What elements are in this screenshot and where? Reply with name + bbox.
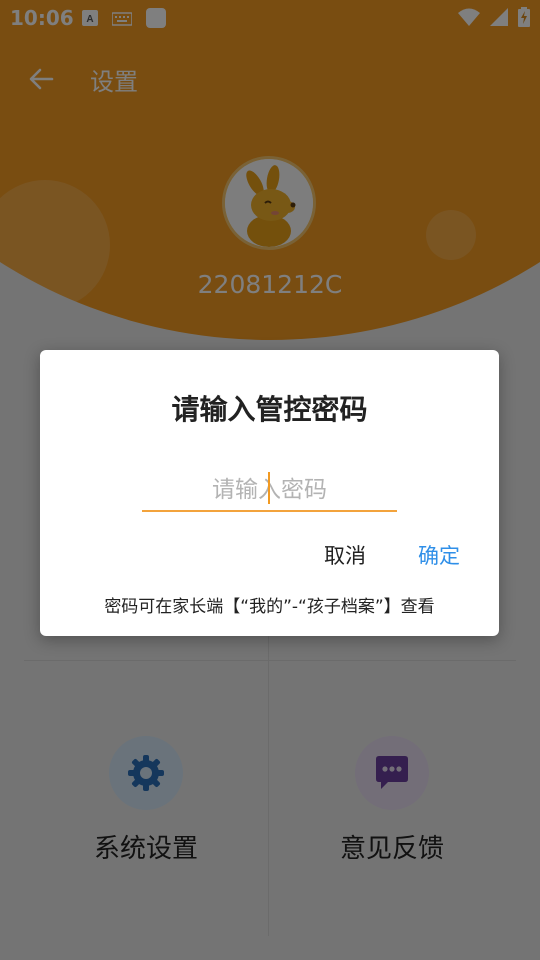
password-dialog: 请输入管控密码 取消 确定 密码可在家长端【“我的”-“孩子档案”】查看 <box>40 350 499 636</box>
settings-screen: 10:06 A 设置 <box>0 0 540 960</box>
dialog-hint: 密码可在家长端【“我的”-“孩子档案”】查看 <box>104 597 435 617</box>
dialog-title: 请输入管控密码 <box>171 393 368 426</box>
text-cursor <box>268 472 270 504</box>
cancel-button[interactable]: 取消 <box>324 540 366 570</box>
confirm-button[interactable]: 确定 <box>418 540 460 570</box>
